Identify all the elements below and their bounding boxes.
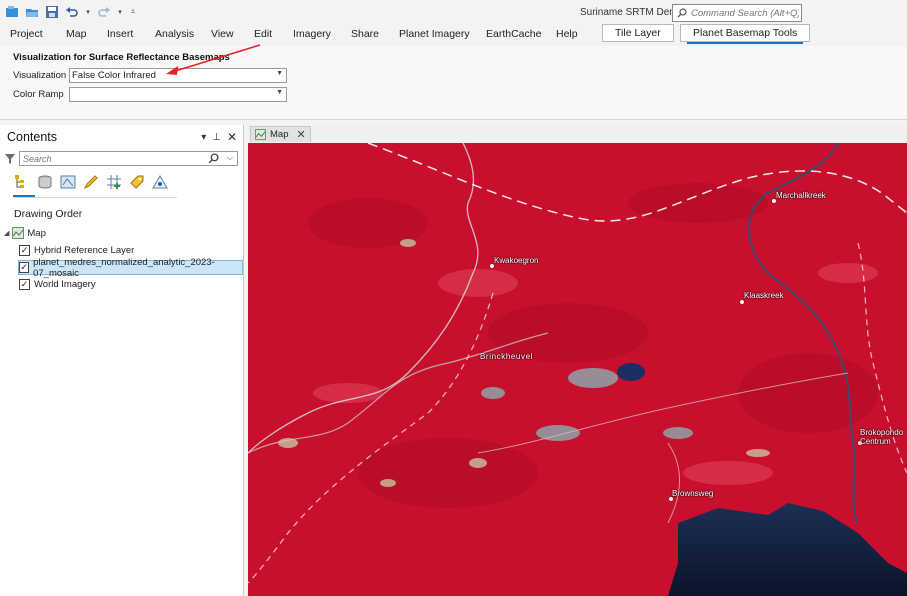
tab-insert[interactable]: Insert — [107, 28, 133, 40]
visualization-label: Visualization — [13, 70, 67, 81]
undo-icon[interactable] — [64, 4, 80, 20]
drawing-order-heading: Drawing Order — [14, 208, 83, 220]
open-project-icon[interactable] — [24, 4, 40, 20]
map-icon — [12, 227, 25, 239]
save-project-icon[interactable] — [44, 4, 60, 20]
tab-analysis[interactable]: Analysis — [155, 28, 194, 40]
list-by-snapping-icon[interactable] — [105, 173, 123, 191]
expand-triangle-icon[interactable]: ◢ — [4, 229, 9, 237]
layer-visibility-checkbox[interactable]: ✓ — [19, 245, 30, 256]
layer-visibility-checkbox[interactable]: ✓ — [19, 279, 30, 290]
tab-earthcache[interactable]: EarthCache — [486, 28, 541, 40]
close-icon[interactable]: ✕ — [296, 128, 305, 141]
ribbon-tabs: Project Map Insert Analysis View Edit Im… — [0, 24, 907, 46]
place-label: Klaaskreek — [744, 291, 784, 300]
map-icon — [255, 129, 266, 140]
visualization-dropdown[interactable]: False Color Infrared ▼ — [69, 68, 287, 83]
contents-pane: Contents ▾ ⊥ ✕ ⌵ — [0, 125, 244, 596]
chevron-down-icon: ▼ — [276, 89, 283, 96]
list-by-selection-icon[interactable] — [59, 173, 77, 191]
tab-view[interactable]: View — [211, 28, 234, 40]
tab-edit[interactable]: Edit — [254, 28, 272, 40]
tab-help[interactable]: Help — [556, 28, 578, 40]
toolbar-divider — [13, 197, 177, 198]
tab-map[interactable]: Map — [66, 28, 86, 40]
filter-icon[interactable] — [4, 153, 16, 165]
contents-search-input[interactable] — [23, 153, 203, 164]
color-ramp-label: Color Ramp — [13, 89, 64, 100]
map-imagery — [248, 143, 907, 596]
tab-planet-basemap-tools[interactable]: Planet Basemap Tools — [680, 24, 811, 44]
pane-controls: ▾ ⊥ ✕ — [201, 130, 237, 144]
tab-map-view[interactable]: Map ✕ — [250, 126, 311, 142]
list-by-perspective-imagery-icon[interactable] — [151, 173, 169, 191]
place-label: Brownsweg — [672, 489, 714, 498]
map-view[interactable]: Marchallkreek Kwakoegron Klaaskreek Brin… — [248, 143, 907, 596]
document-title: Suriname SRTM Dem — [580, 7, 678, 18]
list-by-drawing-order-icon[interactable] — [13, 173, 31, 191]
chevron-down-icon[interactable]: ⌵ — [227, 153, 233, 163]
place-label: Marchallkreek — [776, 191, 826, 200]
tab-share[interactable]: Share — [351, 28, 379, 40]
layer-name: World Imagery — [34, 279, 96, 290]
ribbon-panel: Visualization for Surface Reflectance Ba… — [0, 46, 907, 120]
layer-visibility-checkbox[interactable]: ✓ — [19, 262, 30, 273]
search-icon[interactable] — [208, 153, 219, 164]
list-by-data-source-icon[interactable] — [36, 173, 54, 191]
quick-access-toolbar: ▾ ▾ ⩡ — [4, 4, 138, 20]
layer-name: planet_medres_normalized_analytic_2023-0… — [33, 256, 215, 279]
tab-planet-imagery[interactable]: Planet Imagery — [399, 28, 470, 40]
layer-name: Hybrid Reference Layer — [34, 245, 135, 256]
new-project-icon[interactable] — [4, 4, 20, 20]
chevron-down-icon[interactable]: ▾ — [201, 132, 206, 143]
undo-dropdown-icon[interactable]: ▾ — [84, 4, 92, 20]
map-tab-bar: Map ✕ — [248, 125, 907, 143]
visualization-row: Visualization False Color Infrared ▼ — [13, 68, 287, 83]
command-search-box[interactable] — [672, 4, 802, 22]
chevron-down-icon: ▼ — [276, 70, 283, 77]
tab-imagery[interactable]: Imagery — [293, 28, 331, 40]
search-icon — [677, 8, 687, 18]
tab-tile-layer[interactable]: Tile Layer — [602, 24, 674, 42]
tab-project[interactable]: Project — [10, 28, 43, 40]
contents-title: Contents — [7, 130, 58, 144]
ribbon-group-title: Visualization for Surface Reflectance Ba… — [13, 52, 230, 63]
pin-icon[interactable]: ⊥ — [212, 132, 221, 143]
map-tab-label: Map — [270, 129, 289, 140]
place-label: Kwakoegron — [494, 256, 539, 265]
redo-icon[interactable] — [96, 4, 112, 20]
map-tree-node[interactable]: ◢ Map — [4, 227, 46, 239]
layer-row[interactable]: ✓ planet_medres_normalized_analytic_2023… — [18, 257, 243, 279]
place-label: Brinckheuvel — [480, 352, 534, 361]
command-search-input[interactable] — [691, 7, 799, 19]
map-node-label: Map — [27, 227, 46, 239]
list-by-editing-icon[interactable] — [82, 173, 100, 191]
contents-search-box[interactable]: ⌵ — [19, 151, 238, 166]
list-by-labeling-icon[interactable] — [128, 173, 146, 191]
title-bar: ▾ ▾ ⩡ Suriname SRTM Dem — [0, 0, 907, 24]
contents-toolbar — [13, 173, 169, 191]
customize-toolbar-icon[interactable]: ⩡ — [128, 4, 138, 20]
contents-header: Contents ▾ ⊥ ✕ — [0, 125, 243, 149]
close-icon[interactable]: ✕ — [227, 130, 237, 144]
redo-dropdown-icon[interactable]: ▾ — [116, 4, 124, 20]
visualization-value: False Color Infrared — [72, 70, 156, 81]
color-ramp-dropdown[interactable]: ▼ — [69, 87, 287, 102]
place-label: Brokopondo Centrum — [860, 428, 904, 446]
color-ramp-row: Color Ramp ▼ — [13, 87, 287, 102]
layer-row[interactable]: ✓ World Imagery — [19, 277, 96, 292]
filter-row: ⌵ — [4, 151, 238, 166]
place-marker — [740, 300, 744, 304]
